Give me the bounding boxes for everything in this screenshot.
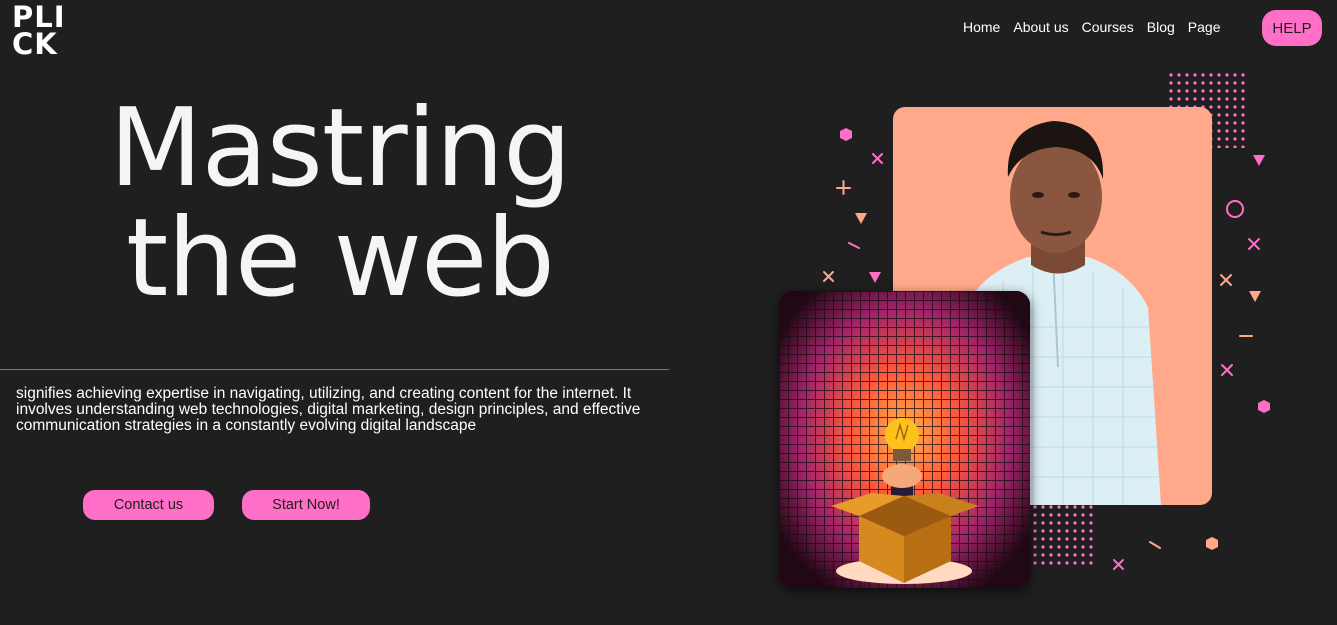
start-now-button[interactable]: Start Now! (242, 490, 370, 520)
triangle-icon (869, 272, 881, 283)
hero-line-2: the web (126, 196, 555, 321)
contact-us-button[interactable]: Contact us (83, 490, 214, 520)
dash-icon (848, 242, 860, 249)
idea-illustration-card (779, 291, 1030, 588)
triangle-icon (1253, 155, 1265, 166)
nav-courses[interactable]: Courses (1082, 19, 1134, 35)
nav-home[interactable]: Home (963, 19, 1000, 35)
cross-icon (872, 153, 883, 164)
divider (0, 369, 669, 370)
hero-description: signifies achieving expertise in navigat… (16, 385, 641, 434)
nav-about-us[interactable]: About us (1013, 19, 1068, 35)
triangle-icon (855, 213, 867, 224)
cross-icon (1221, 364, 1233, 376)
nav-blog[interactable]: Blog (1147, 19, 1175, 35)
triangle-icon (1249, 291, 1261, 302)
site-logo[interactable]: PLI CK (12, 3, 68, 61)
hexagon-icon (1258, 400, 1270, 413)
hero-heading: Mastring the web (0, 94, 680, 314)
lightbulb-box-illustration (779, 291, 1030, 588)
hexagon-icon (840, 128, 852, 141)
cross-icon (1113, 559, 1124, 570)
dot-grid-bottom (1032, 505, 1094, 565)
hero-line-1: Mastring (109, 86, 571, 211)
cross-icon (1248, 238, 1260, 250)
ring-icon (1226, 200, 1244, 218)
dash-icon (1149, 541, 1161, 549)
cross-icon (823, 271, 834, 282)
main-nav: Home About us Courses Blog Page (963, 19, 1234, 35)
cross-icon (1220, 274, 1232, 286)
lightbulb-icon (885, 418, 919, 452)
plus-icon (836, 180, 851, 195)
logo-line-2: CK (12, 27, 58, 61)
hexagon-icon (1206, 537, 1218, 550)
help-button[interactable]: HELP (1262, 10, 1322, 46)
nav-page[interactable]: Page (1188, 19, 1221, 35)
